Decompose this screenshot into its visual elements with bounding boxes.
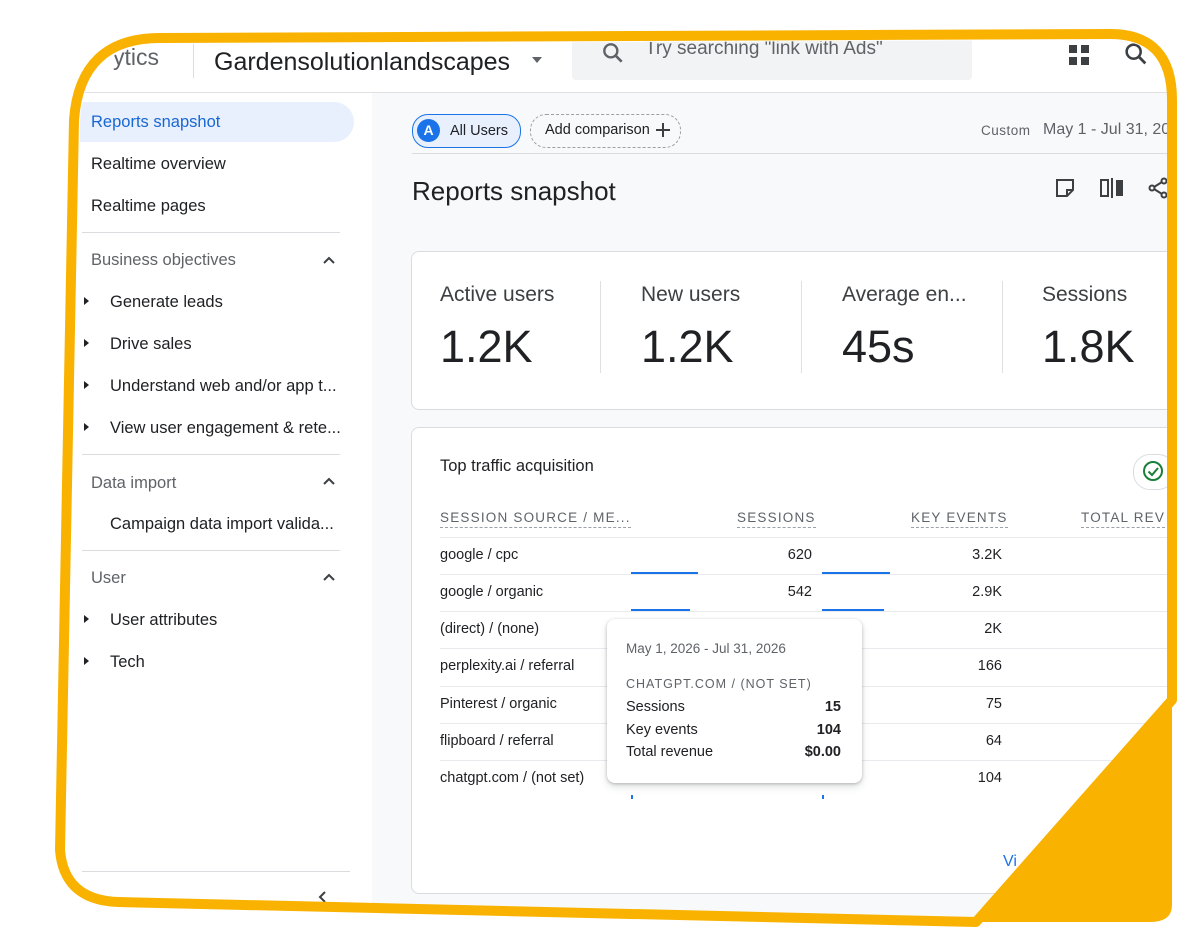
sidebar-item-realtime-pages[interactable]: Realtime pages [91,197,206,216]
plus-icon [654,121,672,139]
tooltip-label: Sessions [626,699,685,715]
table-row-key-events: 104 [977,770,1002,786]
metric-value: 1.2K [641,321,734,372]
metric-label[interactable]: Sessions [1042,283,1127,307]
metric-value: 1.2K [440,321,533,372]
table-row-source: google / organic [440,584,544,600]
brand-name: ytics [113,44,159,70]
expand-arrow-icon[interactable] [84,381,89,389]
table-row-source: flipboard / referral [440,733,554,749]
sessions-bar [631,795,633,799]
table-row-sessions: 620 [787,547,812,563]
expand-arrow-icon[interactable] [84,297,89,305]
check-circle-icon [1142,460,1164,482]
top-search-icon[interactable] [1122,40,1150,68]
sidebar-divider [82,550,340,551]
sidebar-divider [82,232,340,233]
expand-arrow-icon[interactable] [84,615,89,623]
tooltip-value: $0.00 [804,744,841,760]
tooltip-source: CHATGPT.COM / (NOT SET) [626,677,812,691]
table-row-source: chatgpt.com / (not set) [440,770,585,786]
table-row-source: perplexity.ai / referral [440,658,575,674]
chevron-up-icon[interactable] [322,476,336,486]
share-icon[interactable] [1146,176,1170,200]
metric-value: 1.8K [1042,321,1135,372]
search-icon [600,40,626,66]
tooltip-label: Total revenue [626,744,714,760]
view-all-link[interactable]: Vi [1003,853,1017,871]
table-row-source: google / cpc [440,547,519,563]
column-header-total-revenue[interactable]: TOTAL REV [1081,510,1165,528]
sidebar-item-user-engagement[interactable]: View user engagement & rete... [110,419,341,438]
caret-down-icon[interactable] [532,57,542,63]
sidebar-item-reports-snapshot[interactable]: Reports snapshot [91,113,220,132]
row-divider [440,537,1200,538]
sidebar-divider [82,454,340,455]
metric-divider [600,281,601,373]
chevron-up-icon[interactable] [322,572,336,582]
all-users-label: All Users [450,123,509,139]
table-row-source: Pinterest / organic [440,696,557,712]
sidebar-item-drive-sales[interactable]: Drive sales [110,335,192,354]
compare-icon[interactable] [1099,177,1125,199]
card-title: Top traffic acquisition [440,457,594,475]
metric-label[interactable]: Active users [440,283,554,307]
table-row-key-events: 3.2K [972,547,1002,563]
annotation-icon[interactable] [1054,177,1076,199]
header-divider [193,44,194,78]
table-row-key-events: 2.9K [972,584,1002,600]
section-business-objectives[interactable]: Business objectives [91,251,236,270]
metric-label[interactable]: New users [641,283,740,307]
table-row-source: (direct) / (none) [440,621,540,637]
table-row-sessions: 542 [787,584,812,600]
metric-divider [801,281,802,373]
sidebar-item-understand-web[interactable]: Understand web and/or app t... [110,377,337,396]
page-title: Reports snapshot [412,176,616,206]
date-range-picker[interactable]: May 1 - Jul 31, 20 [1043,121,1170,139]
table-row-key-events: 75 [985,696,1002,712]
sidebar-item-user-attributes[interactable]: User attributes [110,611,217,630]
avatar: A [417,119,440,142]
apps-icon[interactable] [1068,44,1092,68]
custom-date-label: Custom [981,123,1031,138]
ga-screen: ytics Gardensolutionlandscapes Reports s… [0,0,1200,943]
row-divider [440,611,1200,612]
expand-arrow-icon[interactable] [84,657,89,665]
column-header-source[interactable]: SESSION SOURCE / ME... [440,510,631,528]
metric-label[interactable]: Average en... [842,283,967,307]
tooltip-label: Key events [626,722,698,738]
expand-arrow-icon[interactable] [84,423,89,431]
column-header-sessions[interactable]: SESSIONS [737,510,816,528]
section-user[interactable]: User [91,569,126,588]
expand-arrow-icon[interactable] [84,339,89,347]
table-row-key-events: 166 [977,658,1002,674]
metric-value: 45s [842,321,915,372]
row-divider [440,574,1200,575]
sidebar-item-generate-leads[interactable]: Generate leads [110,293,223,312]
search-input[interactable] [645,38,955,60]
chevron-up-icon[interactable] [322,255,336,265]
collapse-sidebar-icon[interactable] [315,890,329,904]
tooltip-value: 15 [824,699,841,715]
tooltip-value: 104 [816,722,841,738]
section-data-import[interactable]: Data import [91,474,176,493]
column-header-key-events[interactable]: KEY EVENTS [911,510,1008,528]
metric-divider [1002,281,1003,373]
property-selector[interactable]: Gardensolutionlandscapes [214,48,510,77]
sidebar-divider [82,871,350,872]
sidebar-item-tech[interactable]: Tech [110,653,145,672]
toolbar-divider [412,153,1200,154]
add-comparison-label: Add comparison [545,122,650,138]
key-events-bar [822,795,824,799]
sidebar-item-campaign-import[interactable]: Campaign data import valida... [110,515,334,534]
table-row-key-events: 2K [984,621,1002,637]
sidebar-item-realtime-overview[interactable]: Realtime overview [91,155,226,174]
tooltip-date: May 1, 2026 - Jul 31, 2026 [626,641,786,656]
table-row-key-events: 64 [985,733,1002,749]
